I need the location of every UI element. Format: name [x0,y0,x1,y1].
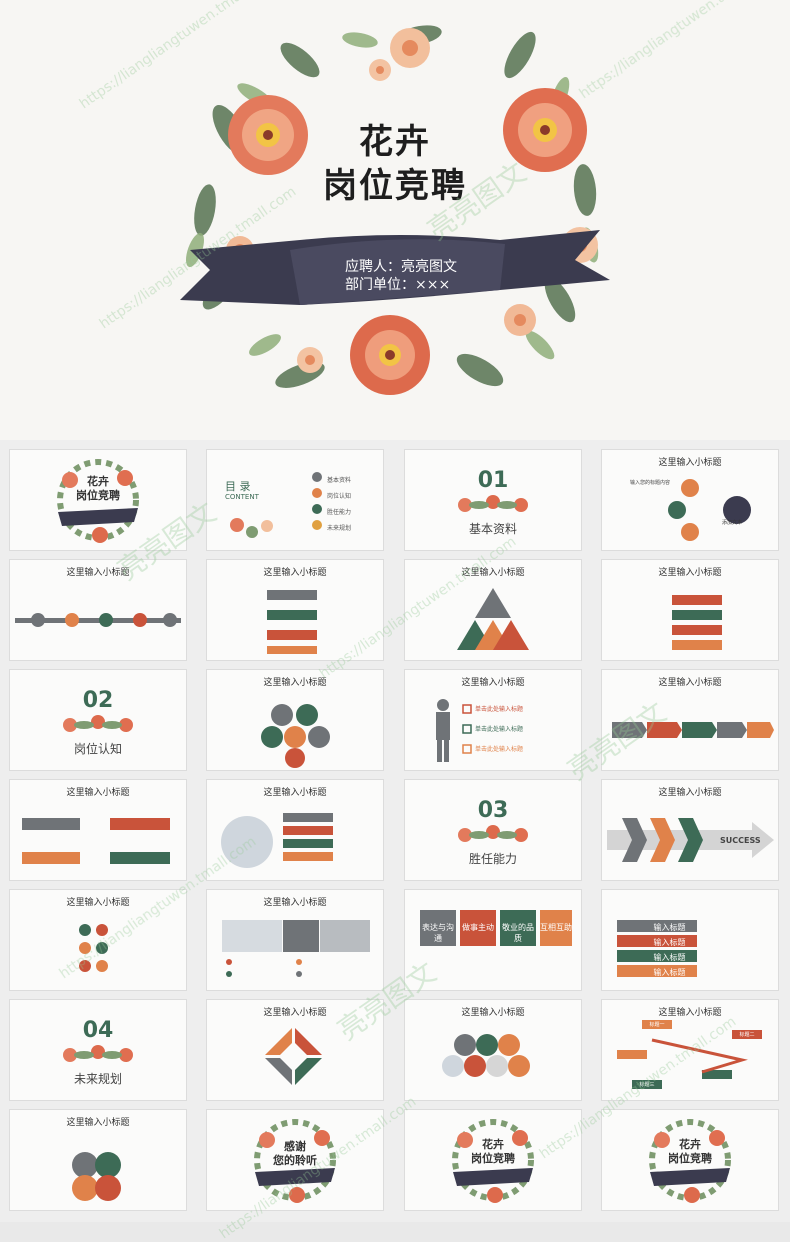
thumb-checklist[interactable]: 这里输入小标题 单击此处输入标题 单击此处输入标题 单击此处输入标题 [405,670,581,770]
section-name: 未来规划 [73,1072,122,1086]
cross-arrows [265,1028,322,1085]
zigzag-arrows [267,590,317,654]
thumb-cover-title1: 花卉 [87,475,109,488]
checklist-item-3: 单击此处输入标题 [475,746,524,753]
quality-label-1: 表达与沟通 [422,923,454,943]
title-one-label: 标题一 [649,1022,665,1028]
hex-icons [79,924,108,972]
numbered-blocks [22,818,170,864]
thumb-qualities[interactable]: 表达与沟通 做事主动 敬业的品质 互相互助 [405,890,581,990]
checklist-item-1: 单击此处输入标题 [475,706,524,713]
title-three-label: 标题三 [639,1082,655,1088]
thumb-cover-repeat-1[interactable]: 花卉 岗位竞聘 [405,1110,581,1210]
toc-item-3[interactable]: 胜任能力 [327,505,351,521]
thumb-cover-repeat-2[interactable]: 花卉 岗位竞聘 [602,1110,778,1210]
thumb-content-1[interactable]: 这里输入小标题 添加文本 输入您的标题内容 [602,450,778,550]
hex-photo-grid [442,1034,530,1077]
person-pointing-icon [436,699,472,762]
thumb-cover-title2: 岗位竞聘 [471,1152,515,1165]
thumb-cover-title2: 岗位竞聘 [76,489,120,502]
hero-cover-slide: 花卉 岗位竞聘 应聘人：亮亮图文 部门单位：××× [0,0,790,440]
toc-item-1[interactable]: 基本资料 [327,473,351,489]
thumb-numbered[interactable]: 这里输入小标题 [10,780,186,880]
thumb-success[interactable]: 这里输入小标题 SUCCESS [602,780,778,880]
photo-panels [222,920,370,977]
input-title-label: 输入您的标题内容 [630,480,671,486]
arrow-row-diagram [612,722,774,738]
timeline-diagram [15,613,181,627]
triangle-diagram [457,588,529,650]
thumb-cover-title2: 岗位竞聘 [668,1152,712,1165]
toc-decoration [230,472,322,538]
quality-label-2: 做事主动 [462,923,494,932]
section-name: 基本资料 [468,522,517,536]
hero-title: 花卉 岗位竞聘 [305,120,485,208]
toc-item-4[interactable]: 未来规划 [327,521,351,537]
hero-title-line2: 岗位竞聘 [323,166,467,206]
checklist-item-2: 单击此处输入标题 [475,726,524,733]
fishbone-arrows [617,1020,762,1089]
section-name: 岗位认知 [73,742,122,756]
thumb-triangle[interactable]: 这里输入小标题 [405,560,581,660]
success-arrow [607,818,774,862]
add-text-label: 添加文本 [722,520,743,526]
thumb-gears[interactable]: 这里输入小标题 [10,1110,186,1210]
thanks-subtitle: 您的聆听 [273,1154,317,1167]
thumb-hex-photos[interactable]: 这里输入小标题 [405,1000,581,1100]
thumb-hexagons[interactable]: 这里输入小标题 [207,670,383,770]
hexagon-diagram [261,704,330,768]
bar-label-2: 输入标题 [653,938,686,947]
thumb-input-bars[interactable]: 输入标题 输入标题 输入标题 输入标题 [602,890,778,990]
thumb-cover-title1: 花卉 [679,1138,701,1151]
thumb-steps[interactable]: 这里输入小标题 [602,560,778,660]
quality-label-4: 互相互助 [540,923,572,932]
title-two-label: 标题二 [739,1032,755,1038]
bar-label-1: 输入标题 [653,923,686,932]
diagram-circles [668,479,751,541]
thumb-arrow-row[interactable]: 这里输入小标题 [602,670,778,770]
thumb-timeline[interactable]: 这里输入小标题 [10,560,186,660]
quality-label-3: 敬业的品质 [502,923,534,943]
thanks-title: 感谢 [284,1140,306,1153]
thumb-toc[interactable]: 目 录 CONTENT 基本资料 岗位认知 胜任能力 未来规划 [207,450,383,550]
hero-title-line1: 花卉 [359,122,431,162]
thumb-section-04[interactable]: 04 未来规划 [10,1000,186,1100]
thumb-thanks[interactable]: 感谢 您的聆听 [207,1110,383,1210]
bar-label-4: 输入标题 [653,968,686,977]
thumb-fishbone[interactable]: 这里输入小标题 标题一 标题二 标题三 [602,1000,778,1100]
ribbon-text: 应聘人：亮亮图文 部门单位：××× [345,258,457,294]
thumb-cross[interactable]: 这里输入小标题 [207,1000,383,1100]
thumb-section-02[interactable]: 02 岗位认知 [10,670,186,770]
department-label: 部门单位：××× [345,277,451,293]
thumb-photos[interactable]: 这里输入小标题 [207,890,383,990]
steps-ribbons [672,595,722,650]
photo-circle-image [221,813,333,868]
thumb-hex-list[interactable]: 这里输入小标题 [10,890,186,990]
thumb-zigzag[interactable]: 这里输入小标题 [207,560,383,660]
thumb-section-03[interactable]: 03 胜任能力 [405,780,581,880]
applicant-label: 应聘人：亮亮图文 [345,259,457,275]
gears-icon [72,1152,121,1201]
thumb-section-01[interactable]: 01 基本资料 [405,450,581,550]
success-label: SUCCESS [720,836,761,845]
thumb-cover-title1: 花卉 [482,1138,504,1151]
thumb-cover[interactable]: 花卉 岗位竞聘 [10,450,186,550]
section-name: 胜任能力 [468,852,517,866]
bar-label-3: 输入标题 [653,953,686,962]
thumb-photo-list[interactable]: 这里输入小标题 [207,780,383,880]
toc-item-2[interactable]: 岗位认知 [327,489,351,505]
floral-wreath-illustration [180,25,610,395]
